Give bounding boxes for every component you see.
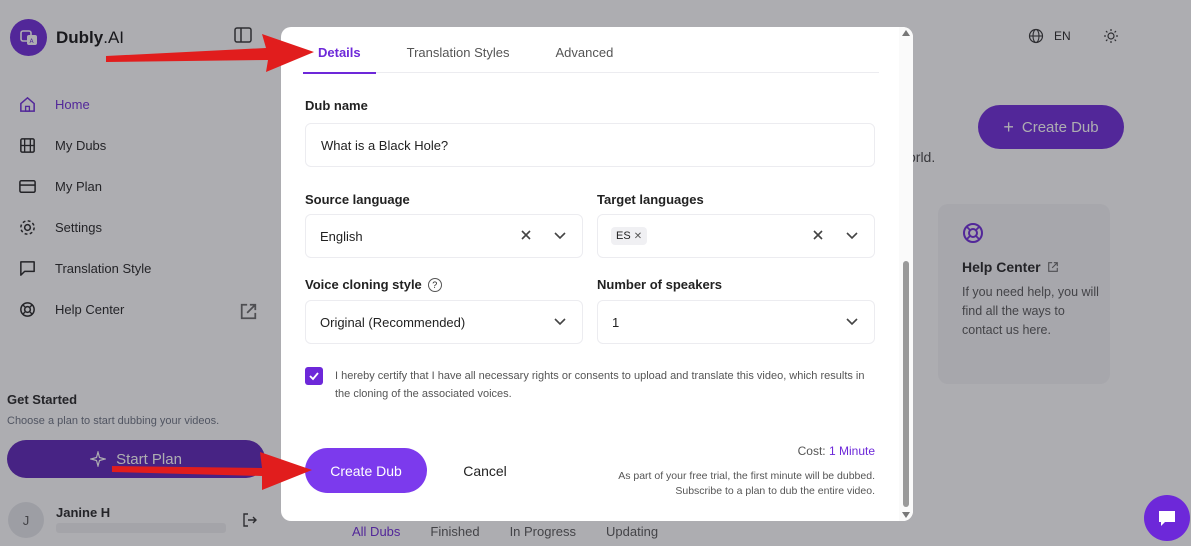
speakers-label: Number of speakers: [597, 277, 722, 292]
certify-checkbox[interactable]: [305, 367, 323, 385]
chip-remove-icon[interactable]: ✕: [634, 231, 642, 242]
clear-icon[interactable]: [518, 227, 534, 243]
scroll-thumb[interactable]: [903, 261, 909, 507]
clear-icon[interactable]: [810, 227, 826, 243]
dub-name-label: Dub name: [305, 98, 368, 113]
target-languages-select[interactable]: ES ✕: [597, 214, 875, 258]
chat-icon: [1159, 511, 1175, 526]
voice-cloning-label-text: Voice cloning style: [305, 277, 422, 292]
create-dub-button[interactable]: Create Dub: [305, 448, 427, 493]
source-language-select[interactable]: English: [305, 214, 583, 258]
language-chip-label: ES: [616, 230, 631, 242]
cancel-button[interactable]: Cancel: [443, 448, 527, 493]
dub-name-value: What is a Black Hole?: [321, 137, 449, 153]
certify-text: I hereby certify that I have all necessa…: [335, 370, 865, 400]
chevron-down-icon[interactable]: [552, 227, 568, 243]
source-language-label: Source language: [305, 192, 410, 207]
language-chip[interactable]: ES ✕: [611, 227, 648, 245]
voice-cloning-value: Original (Recommended): [320, 314, 466, 330]
source-language-value: English: [320, 228, 363, 244]
cost-label: Cost:: [797, 444, 826, 458]
trial-note: As part of your free trial, the first mi…: [618, 470, 875, 497]
chevron-down-icon[interactable]: [552, 313, 568, 329]
dub-name-input[interactable]: What is a Black Hole?: [305, 123, 875, 167]
cost-summary: Cost: 1 Minute: [798, 444, 875, 458]
voice-cloning-select[interactable]: Original (Recommended): [305, 300, 583, 344]
chevron-down-icon[interactable]: [844, 313, 860, 329]
scroll-up-arrow-icon[interactable]: [902, 30, 910, 36]
tab-details[interactable]: Details: [303, 27, 376, 74]
modal-scrollbar[interactable]: [899, 27, 913, 521]
voice-cloning-label: Voice cloning style?: [305, 277, 442, 292]
modal-tabs: Details Translation Styles Advanced: [303, 27, 879, 74]
create-dub-modal: Details Translation Styles Advanced Dub …: [281, 27, 913, 521]
chat-button[interactable]: [1144, 495, 1190, 541]
scroll-down-arrow-icon[interactable]: [902, 512, 910, 518]
speakers-value: 1: [612, 314, 620, 330]
checkmark-icon: [309, 372, 319, 381]
cost-value: 1 Minute: [828, 444, 875, 458]
tab-translation-styles[interactable]: Translation Styles: [392, 27, 525, 73]
tab-advanced[interactable]: Advanced: [540, 27, 628, 73]
target-languages-label: Target languages: [597, 192, 704, 207]
speakers-select[interactable]: 1: [597, 300, 875, 344]
help-circle-icon[interactable]: ?: [427, 278, 442, 292]
chevron-down-icon[interactable]: [844, 227, 860, 243]
